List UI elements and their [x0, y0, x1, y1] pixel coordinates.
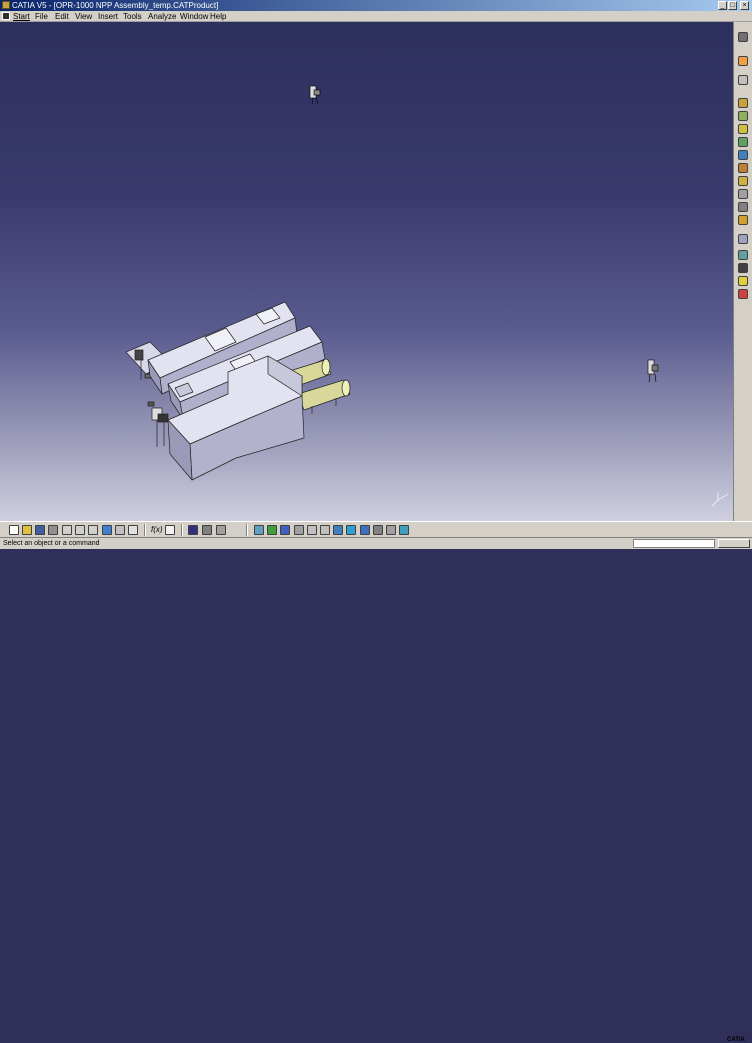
cut-icon[interactable]	[62, 525, 72, 535]
command-input[interactable]	[633, 539, 715, 548]
catia-logo: CATIA	[727, 1037, 745, 1043]
help-icon[interactable]	[128, 525, 138, 535]
swap-icon[interactable]	[216, 525, 226, 535]
zoom-in-icon[interactable]	[307, 525, 317, 535]
npp-assembly-model[interactable]	[125, 301, 351, 481]
swap-visible-space-icon[interactable]	[399, 525, 409, 535]
formula-button[interactable]: f(x)	[151, 525, 163, 535]
catalog-icon[interactable]	[188, 525, 198, 535]
constraint-icon[interactable]	[738, 234, 748, 244]
new-file-icon[interactable]	[9, 525, 19, 535]
isometric-view-icon[interactable]	[360, 525, 370, 535]
equipment-part-right[interactable]	[647, 359, 659, 383]
maximize-button[interactable]: □	[728, 1, 737, 10]
3d-viewport[interactable]	[0, 22, 733, 521]
menu-window[interactable]: Window	[180, 11, 208, 22]
copy-icon[interactable]	[75, 525, 85, 535]
toolbar-separator	[144, 524, 146, 536]
manage-representations-icon[interactable]	[738, 202, 748, 212]
equipment-part-top[interactable]	[309, 85, 321, 105]
existing-component-icon[interactable]	[738, 137, 748, 147]
bottom-toolbar: f(x) CATIA	[0, 521, 752, 1043]
menu-insert[interactable]: Insert	[98, 11, 118, 22]
graph-tree-icon[interactable]	[738, 163, 748, 173]
insert-product-icon[interactable]	[738, 111, 748, 121]
fly-mode-icon[interactable]	[254, 525, 264, 535]
toolbar-separator	[246, 524, 248, 536]
toolbar-separator	[181, 524, 183, 536]
comment-icon[interactable]	[165, 525, 175, 535]
open-folder-icon[interactable]	[22, 525, 32, 535]
save-icon[interactable]	[35, 525, 45, 535]
status-bar: Select an object or a command	[0, 537, 752, 549]
catia-app-icon	[2, 1, 10, 9]
close-button[interactable]: ×	[740, 1, 749, 10]
menu-bar: Start File Edit View Insert Tools Analyz…	[0, 11, 752, 22]
explode-icon[interactable]	[738, 263, 748, 273]
menu-help[interactable]: Help	[210, 11, 226, 22]
menu-edit[interactable]: Edit	[55, 11, 69, 22]
print-icon[interactable]	[48, 525, 58, 535]
model-canvas[interactable]	[0, 22, 733, 521]
menu-file[interactable]: File	[35, 11, 48, 22]
multi-instantiation-icon[interactable]	[738, 215, 748, 225]
start-logo-icon	[2, 12, 10, 20]
paste-icon[interactable]	[88, 525, 98, 535]
replace-component-icon[interactable]	[738, 150, 748, 160]
generate-numbering-icon[interactable]	[738, 176, 748, 186]
lightbulb-icon[interactable]	[738, 276, 748, 286]
normal-view-icon[interactable]	[333, 525, 343, 535]
selective-load-icon[interactable]	[738, 189, 748, 199]
fix-icon[interactable]	[202, 525, 212, 535]
snap-icon[interactable]	[738, 250, 748, 260]
minimize-button[interactable]: _	[718, 1, 727, 10]
command-dropdown-button[interactable]	[718, 539, 750, 548]
title-bar: CATIA V5 - [OPR-1000 NPP Assembly_temp.C…	[0, 0, 752, 11]
insert-component-icon[interactable]	[738, 98, 748, 108]
zoom-out-icon[interactable]	[320, 525, 330, 535]
menu-tools[interactable]: Tools	[123, 11, 142, 22]
manipulation-icon[interactable]	[738, 75, 748, 85]
menu-start[interactable]: Start	[13, 11, 30, 22]
hide-show-icon[interactable]	[386, 525, 396, 535]
fit-all-icon[interactable]	[267, 525, 277, 535]
clash-icon[interactable]	[738, 289, 748, 299]
window-title: CATIA V5 - [OPR-1000 NPP Assembly_temp.C…	[12, 1, 219, 10]
right-toolbar	[733, 22, 752, 521]
compass-axis-icon[interactable]	[711, 492, 729, 507]
rotate-icon[interactable]	[294, 525, 304, 535]
pan-icon[interactable]	[280, 525, 290, 535]
menu-analyze[interactable]: Analyze	[148, 11, 176, 22]
multi-view-icon[interactable]	[346, 525, 356, 535]
shading-icon[interactable]	[373, 525, 383, 535]
insert-part-icon[interactable]	[738, 124, 748, 134]
product-structure-icon[interactable]	[738, 32, 748, 42]
undo-icon[interactable]	[102, 525, 112, 535]
menu-view[interactable]: View	[75, 11, 92, 22]
select-arrow-icon[interactable]	[738, 56, 748, 66]
redo-icon[interactable]	[115, 525, 125, 535]
status-message: Select an object or a command	[3, 540, 100, 547]
